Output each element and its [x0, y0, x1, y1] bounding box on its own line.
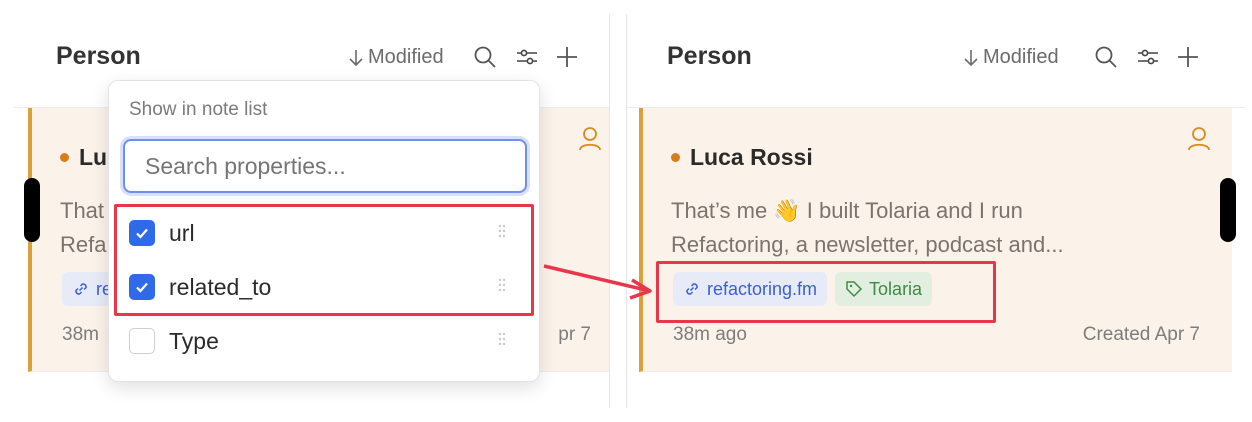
created-date: Created Apr 7 [1082, 324, 1200, 345]
status-dot [60, 153, 69, 162]
note-title: Luca Rossi [671, 144, 813, 171]
status-dot [671, 153, 680, 162]
search-icon[interactable] [472, 44, 498, 70]
plus-icon[interactable] [1175, 44, 1201, 70]
note-card[interactable]: Luca Rossi That’s me 👋 I built Tolaria a… [639, 108, 1232, 372]
search-properties-input[interactable] [123, 139, 527, 193]
link-icon [75, 283, 87, 295]
right-note-list-panel: Person Modified Luca Rossi That’s me 👋 I… [626, 14, 1246, 408]
created-date: pr 7 [558, 324, 591, 345]
arrow-down-icon [349, 49, 363, 66]
checkbox[interactable] [129, 328, 155, 354]
sliders-icon[interactable] [514, 44, 540, 70]
note-title: Lu [60, 144, 107, 171]
property-item-type[interactable]: Type [129, 319, 519, 363]
sliders-icon[interactable] [1135, 44, 1161, 70]
highlight-box-checked-properties [114, 204, 534, 316]
sort-button[interactable]: Modified [963, 46, 1059, 69]
modified-time: 38m [62, 324, 99, 345]
right-resize-handle[interactable] [1220, 178, 1236, 242]
dropdown-title: Show in note list [129, 99, 268, 120]
note-list-header: Person Modified [627, 14, 1246, 108]
search-icon[interactable] [1093, 44, 1119, 70]
highlight-box-property-chips [656, 261, 996, 323]
property-label: Type [169, 327, 219, 354]
sort-label: Modified [368, 46, 444, 68]
note-snippet: That’s me 👋 I built Tolaria and I run Re… [671, 198, 1064, 257]
page-title: Person [56, 42, 141, 70]
sort-button[interactable]: Modified [348, 46, 444, 69]
modified-time: 38m ago [673, 324, 747, 345]
annotation-arrow-icon [543, 264, 652, 300]
arrow-down-icon [964, 49, 978, 66]
page-title: Person [667, 42, 752, 70]
person-icon [1187, 126, 1211, 157]
sort-label: Modified [983, 46, 1059, 68]
left-resize-handle[interactable] [24, 178, 40, 242]
person-icon [578, 126, 602, 157]
drag-handle-icon[interactable] [497, 331, 507, 347]
plus-icon[interactable] [554, 44, 580, 70]
